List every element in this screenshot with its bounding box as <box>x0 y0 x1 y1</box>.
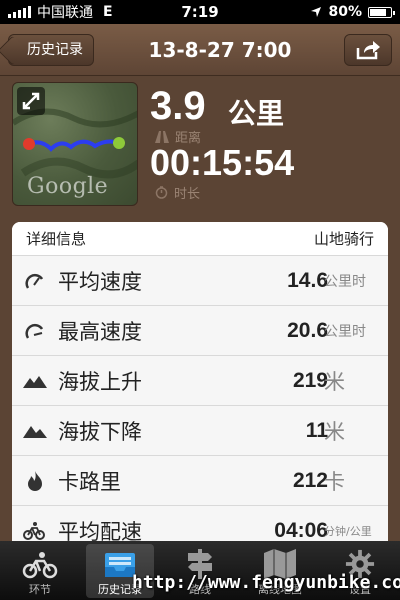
watermark: http://www.fengyunbike.com <box>132 572 400 593</box>
stat-label: 卡路里 <box>58 469 121 494</box>
cyclist-icon <box>22 552 58 579</box>
battery-fill <box>370 8 386 16</box>
route-start-marker <box>23 138 35 150</box>
stat-row-calories: 卡路里 212 卡 <box>12 456 388 506</box>
stat-label: 最高速度 <box>58 319 142 344</box>
route-map-thumbnail[interactable]: Google <box>12 82 138 206</box>
stat-value: 212 <box>292 468 328 492</box>
distance-value: 3.9 <box>150 84 206 128</box>
mountain-up-icon <box>23 375 47 388</box>
duration-label-row: 时长 <box>155 183 200 202</box>
stat-unit: 米 <box>324 369 345 394</box>
stat-unit: 分钟/公里 <box>324 524 372 538</box>
share-icon <box>356 41 380 60</box>
stopwatch-icon <box>155 186 168 199</box>
details-card: 详细信息 山地骑行 平均速度 14.6 公里时 最高速度 20.6 公里时 海拔… <box>12 222 388 552</box>
mountain-down-icon <box>23 425 47 438</box>
stat-unit: 卡 <box>324 469 345 494</box>
road-icon <box>155 130 169 143</box>
activity-type[interactable]: 山地骑行 <box>314 228 374 249</box>
navigation-bar: 历史记录 13-8-27 7:00 <box>0 24 400 76</box>
stat-label: 海拔上升 <box>58 369 142 394</box>
distance-unit: 公里 <box>228 97 285 130</box>
google-logo: Google <box>27 174 109 199</box>
stat-value: 04:06 <box>274 518 328 542</box>
stat-label: 平均速度 <box>58 269 142 294</box>
stat-label: 海拔下降 <box>58 419 142 444</box>
status-time: 7:19 <box>181 3 219 21</box>
details-header: 详细信息 山地骑行 <box>12 222 388 256</box>
cyclist-timer-icon <box>23 521 45 540</box>
page-title: 13-8-27 7:00 <box>148 38 292 62</box>
stat-unit: 公里时 <box>324 273 366 290</box>
stat-unit: 米 <box>324 419 345 444</box>
stat-row-max-speed: 最高速度 20.6 公里时 <box>12 306 388 356</box>
tab-cycling[interactable]: 环节 <box>0 541 80 600</box>
back-button-label: 历史记录 <box>27 42 83 58</box>
back-button[interactable]: 历史记录 <box>8 34 94 66</box>
stat-row-ascent: 海拔上升 219 米 <box>12 356 388 406</box>
route-end-marker <box>113 137 125 149</box>
tab-label: 环节 <box>29 583 51 596</box>
stat-row-avg-speed: 平均速度 14.6 公里时 <box>12 256 388 306</box>
speedometer-icon <box>25 273 44 289</box>
expand-icon[interactable] <box>17 87 45 115</box>
share-button[interactable] <box>344 34 392 66</box>
duration-value: 00:15:54 <box>150 142 295 183</box>
battery-icon <box>368 6 395 18</box>
stat-unit: 公里时 <box>324 323 366 340</box>
details-title: 详细信息 <box>26 230 87 248</box>
status-bar: 中国联通 E 7:19 80% <box>0 0 400 24</box>
duration-label: 时长 <box>174 187 201 202</box>
speedometer-max-icon <box>25 323 44 339</box>
stat-row-descent: 海拔下降 11 米 <box>12 406 388 456</box>
flame-icon <box>28 470 42 491</box>
stat-value: 20.6 <box>287 318 328 342</box>
stat-value: 219 <box>292 368 328 392</box>
stat-value: 14.6 <box>287 268 328 292</box>
